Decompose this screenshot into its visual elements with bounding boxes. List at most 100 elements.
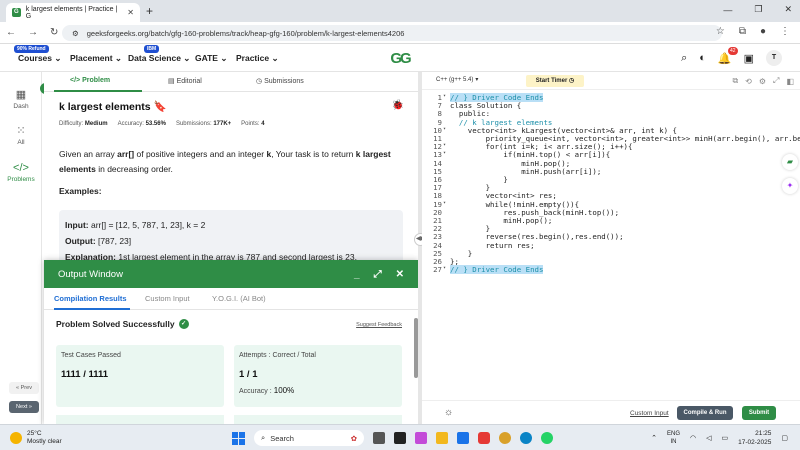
fold-arrow-icon[interactable]: ▾: [443, 150, 446, 156]
expand-icon[interactable]: ⤢: [374, 269, 382, 280]
url-bar[interactable]: ⚙ geeksforgeeks.org/batch/gfg-160-proble…: [62, 25, 722, 41]
difficulty: Difficulty: Medium: [59, 121, 108, 127]
tab-compilation-results[interactable]: Compilation Results: [54, 294, 127, 303]
whatsapp-icon[interactable]: [541, 432, 553, 444]
premium-icon[interactable]: ▣: [744, 52, 754, 65]
back-icon[interactable]: ←: [6, 27, 16, 38]
new-tab-button[interactable]: +: [146, 4, 153, 18]
close-icon[interactable]: ✕: [396, 269, 404, 280]
reset-icon[interactable]: ⟲: [745, 77, 752, 86]
fold-arrow-icon[interactable]: ▾: [443, 265, 446, 271]
prev-button[interactable]: « Prev: [9, 382, 39, 394]
nav-placement[interactable]: Placement ⌄: [70, 53, 122, 64]
problem-meta: Difficulty: Medium Accuracy: 53.56% Subm…: [59, 121, 265, 127]
tab-custom-input[interactable]: Custom Input: [145, 294, 190, 303]
taskbar-search[interactable]: ⌕ Search ✿: [254, 430, 364, 446]
output-window: Output Window _ ⤢ ✕ Compilation Results …: [44, 260, 418, 425]
weather-moon-icon: [10, 432, 22, 444]
example-input: Input: arr[] = [12, 5, 787, 1, 23], k = …: [65, 217, 397, 233]
points: Points: 4: [241, 121, 264, 127]
rail-item-problems[interactable]: </> Problems: [0, 162, 42, 183]
search-icon[interactable]: ⌕: [681, 52, 687, 65]
time: 21:25: [755, 430, 772, 437]
suggest-feedback-link[interactable]: Suggest Feedback: [356, 322, 402, 328]
fold-arrow-icon[interactable]: ▾: [443, 142, 446, 148]
bookmark-star-icon[interactable]: ☆: [716, 26, 725, 37]
settings-icon[interactable]: ⚙: [759, 77, 766, 86]
close-window-icon[interactable]: ✕: [784, 4, 792, 15]
chat-icon[interactable]: ▰: [782, 154, 798, 170]
file-explorer-icon[interactable]: [436, 432, 448, 444]
tab-yogi-ai-bot[interactable]: Y.O.G.I. (AI Bot): [212, 294, 266, 303]
theme-icon[interactable]: ◧: [786, 77, 794, 86]
fold-arrow-icon[interactable]: ▾: [443, 93, 446, 99]
copilot-icon[interactable]: [415, 432, 427, 444]
submit-button[interactable]: Submit: [742, 406, 776, 420]
rail-item-all[interactable]: ⁙ All: [0, 124, 42, 146]
reload-icon[interactable]: ↻: [50, 27, 58, 38]
code-line[interactable]: // } Driver Code Ends: [450, 265, 544, 275]
nav-practice[interactable]: Practice ⌄: [236, 53, 279, 64]
tab-submissions[interactable]: ◷ Submissions: [256, 77, 304, 85]
minimize-icon[interactable]: _: [354, 269, 360, 280]
language-indicator[interactable]: ENG IN: [667, 430, 680, 446]
notification-bell-icon[interactable]: 🔔 42: [718, 46, 738, 65]
nav-courses[interactable]: 90% Refund Courses ⌄: [14, 45, 62, 64]
site-info-icon[interactable]: ⚙: [72, 29, 79, 38]
copy-icon[interactable]: ⧉: [732, 76, 738, 86]
bug-report-icon[interactable]: 🐞: [392, 100, 404, 111]
task-view-icon[interactable]: [373, 432, 385, 444]
wifi-icon[interactable]: ◠: [690, 434, 696, 442]
output-label: Output:: [65, 236, 96, 246]
fullscreen-icon[interactable]: ⤢: [773, 76, 779, 86]
code-editor[interactable]: 1 ▾// } Driver Code Ends 7 class Solution {…: [422, 90, 800, 400]
chrome-icon[interactable]: [499, 432, 511, 444]
start-timer-button[interactable]: Start Timer ◷: [526, 75, 584, 87]
edge-icon[interactable]: [520, 432, 532, 444]
gfg-logo[interactable]: GG: [382, 50, 418, 67]
notification-count: 42: [728, 46, 738, 55]
notifications-icon[interactable]: ▢: [781, 434, 788, 442]
weather-widget[interactable]: 25°C Mostly clear: [10, 430, 62, 446]
volume-icon[interactable]: ◁: [706, 434, 711, 442]
browser-tab[interactable]: G k largest elements | Practice | G ✕: [6, 3, 140, 22]
next-button[interactable]: Next »: [9, 401, 39, 413]
custom-input-link[interactable]: Custom Input: [630, 410, 669, 417]
grid-icon: ⁙: [16, 125, 26, 137]
tray-chevron-icon[interactable]: ⌃: [651, 434, 657, 442]
close-tab-icon[interactable]: ✕: [127, 8, 134, 17]
fold-arrow-icon[interactable]: ▾: [443, 200, 446, 206]
store-icon[interactable]: [457, 432, 469, 444]
gfg-favicon-icon: G: [12, 8, 21, 17]
attempts-card: Attempts : Correct / Total 1 / 1 Accurac…: [234, 345, 402, 407]
sun-icon[interactable]: ☼: [444, 407, 453, 418]
tab-problem[interactable]: </> Problem: [70, 77, 110, 84]
language-value: C++ (g++ 5.4): [436, 76, 474, 83]
rail-item-dash[interactable]: ▦ Dash: [0, 88, 42, 110]
media-app-icon[interactable]: [394, 432, 406, 444]
nav-gate-label: GATE: [195, 53, 218, 63]
restore-icon[interactable]: ❐: [754, 4, 762, 15]
tab-editorial[interactable]: ▤ Editorial: [168, 77, 202, 85]
extensions-icon[interactable]: ⧉: [739, 26, 746, 37]
chevron-down-icon: ⌄: [183, 53, 191, 63]
bookmark-icon[interactable]: 🔖: [154, 101, 167, 113]
compile-run-button[interactable]: Compile & Run: [677, 406, 733, 420]
ai-assistant-icon[interactable]: ✦: [782, 178, 798, 194]
minimize-icon[interactable]: —: [723, 5, 732, 15]
battery-icon[interactable]: ▭: [722, 434, 729, 442]
profile-icon[interactable]: ●: [760, 26, 766, 37]
tab-label: Problem: [82, 77, 111, 84]
nav-gate[interactable]: GATE ⌄: [195, 53, 227, 64]
language-select[interactable]: C++ (g++ 5.4) ▾: [436, 76, 478, 84]
avatar[interactable]: T: [766, 50, 782, 66]
forward-icon[interactable]: →: [28, 27, 38, 38]
fold-arrow-icon[interactable]: ▾: [443, 126, 446, 132]
youtube-icon[interactable]: [478, 432, 490, 444]
browser-menu-icon[interactable]: ⋮: [780, 26, 790, 37]
tab-label: Submissions: [264, 78, 304, 85]
windows-start-icon[interactable]: [232, 431, 245, 445]
clock[interactable]: 21:25 17-02-2025: [738, 429, 771, 447]
dark-mode-icon[interactable]: ◐: [699, 52, 706, 64]
nav-data-science[interactable]: IBM Data Science ⌄: [128, 45, 191, 64]
